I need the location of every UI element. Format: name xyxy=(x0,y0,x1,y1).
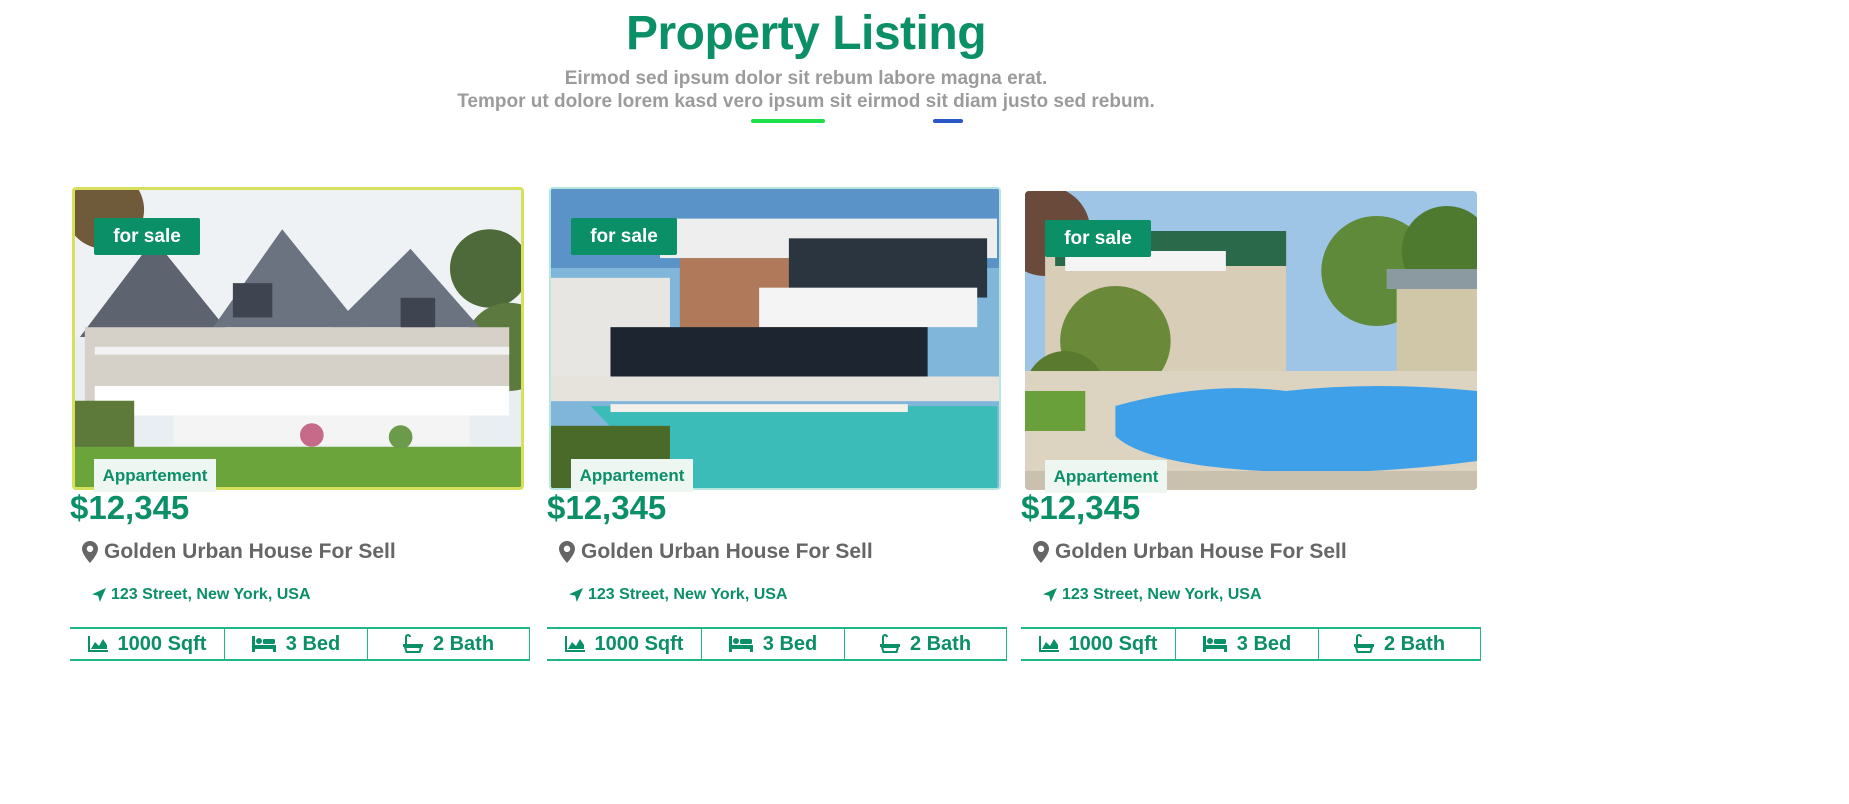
stat-area: 1000 Sqft xyxy=(1021,629,1176,659)
location-arrow-icon xyxy=(569,588,583,602)
bath-icon xyxy=(1353,634,1374,654)
area-chart-icon xyxy=(564,636,585,652)
property-stats-bar: 1000 Sqft 3 Bed 2 Bath xyxy=(547,627,1007,661)
property-address: 123 Street, New York, USA xyxy=(1062,586,1262,603)
property-price: $12,345 xyxy=(70,489,190,526)
page-title: Property Listing xyxy=(625,7,987,60)
property-address: 123 Street, New York, USA xyxy=(588,586,788,603)
for-sale-badge: for sale xyxy=(94,218,200,255)
property-address: 123 Street, New York, USA xyxy=(111,586,311,603)
stat-beds: 3 Bed xyxy=(225,629,368,659)
property-name: Golden Urban House For Sell xyxy=(1055,540,1347,563)
property-address-row: 123 Street, New York, USA xyxy=(92,586,311,604)
stat-baths-label: 2 Bath xyxy=(909,632,972,655)
stat-area-label: 1000 Sqft xyxy=(594,632,684,655)
property-name-row[interactable]: Golden Urban House For Sell xyxy=(559,540,873,564)
map-marker-icon xyxy=(1033,541,1049,563)
page-subtitle-line-2: Tempor ut dolore lorem kasd vero ipsum s… xyxy=(457,91,1155,112)
title-divider-green xyxy=(751,119,825,123)
property-type-badge[interactable]: Appartement xyxy=(94,459,216,492)
property-name: Golden Urban House For Sell xyxy=(581,540,873,563)
property-name: Golden Urban House For Sell xyxy=(104,540,396,563)
map-marker-icon xyxy=(82,541,98,563)
title-divider-blue xyxy=(933,119,963,123)
bath-icon xyxy=(402,634,423,654)
location-arrow-icon xyxy=(92,588,106,602)
property-address-row: 123 Street, New York, USA xyxy=(1043,586,1262,604)
stat-beds: 3 Bed xyxy=(702,629,845,659)
area-chart-icon xyxy=(1038,636,1059,652)
bath-icon xyxy=(879,634,900,654)
property-stats-bar: 1000 Sqft 3 Bed 2 Bath xyxy=(1021,627,1481,661)
stat-area-label: 1000 Sqft xyxy=(1068,632,1158,655)
bed-icon xyxy=(1202,636,1227,652)
stat-baths: 2 Bath xyxy=(1319,629,1481,659)
property-name-row[interactable]: Golden Urban House For Sell xyxy=(1033,540,1347,564)
stat-beds: 3 Bed xyxy=(1176,629,1319,659)
for-sale-badge: for sale xyxy=(1045,220,1151,257)
property-type-badge[interactable]: Appartement xyxy=(571,459,693,492)
property-name-row[interactable]: Golden Urban House For Sell xyxy=(82,540,396,564)
location-arrow-icon xyxy=(1043,588,1057,602)
stat-baths-label: 2 Bath xyxy=(1383,632,1446,655)
map-marker-icon xyxy=(559,541,575,563)
stat-baths: 2 Bath xyxy=(845,629,1007,659)
stat-area: 1000 Sqft xyxy=(547,629,702,659)
property-price: $12,345 xyxy=(1021,489,1141,526)
stat-beds-label: 3 Bed xyxy=(762,632,818,655)
stat-beds-label: 3 Bed xyxy=(285,632,341,655)
stat-area-label: 1000 Sqft xyxy=(117,632,207,655)
property-address-row: 123 Street, New York, USA xyxy=(569,586,788,604)
stat-baths: 2 Bath xyxy=(368,629,530,659)
property-stats-bar: 1000 Sqft 3 Bed 2 Bath xyxy=(70,627,530,661)
property-price: $12,345 xyxy=(547,489,667,526)
stat-baths-label: 2 Bath xyxy=(432,632,495,655)
area-chart-icon xyxy=(87,636,108,652)
page-subtitle-line-1: Eirmod sed ipsum dolor sit rebum labore … xyxy=(564,68,1048,89)
bed-icon xyxy=(251,636,276,652)
stat-beds-label: 3 Bed xyxy=(1236,632,1292,655)
stat-area: 1000 Sqft xyxy=(70,629,225,659)
for-sale-badge: for sale xyxy=(571,218,677,255)
bed-icon xyxy=(728,636,753,652)
